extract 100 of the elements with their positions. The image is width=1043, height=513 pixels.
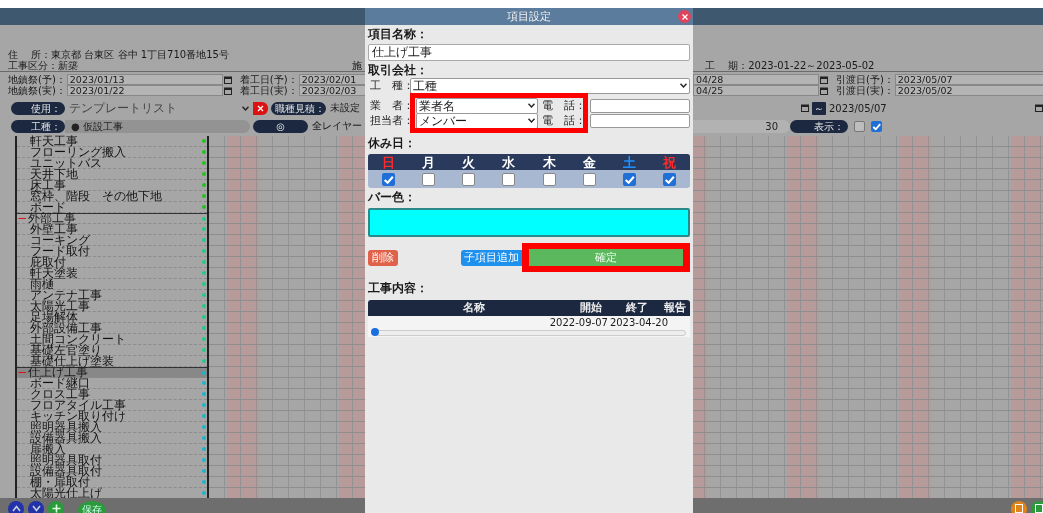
task-name[interactable]: キッチン取り付け — [17, 410, 126, 422]
date-label: 地鎮祭(実)： — [8, 85, 66, 96]
calendar-icon[interactable] — [801, 104, 809, 112]
task-name[interactable]: ボード — [17, 201, 66, 213]
date-field[interactable]: 04/25 — [693, 85, 819, 96]
phone-field[interactable] — [590, 98, 690, 113]
task-name[interactable]: 設備器具搬入 — [17, 432, 102, 444]
name-field[interactable]: 仕上げ工事 — [368, 44, 690, 61]
chevron-down-icon — [31, 505, 41, 512]
table-cell: 2023-04-20 — [609, 316, 668, 329]
column-header: 開始 — [580, 300, 603, 316]
date-field[interactable]: 2023/01/13 — [66, 74, 223, 85]
contact-label: 担当者： — [370, 113, 408, 128]
task-name[interactable]: 基礎左官塗り — [17, 344, 102, 356]
label-text: 施 — [352, 60, 362, 71]
task-name[interactable]: コーキング — [17, 234, 90, 246]
date-field[interactable]: 2023/05/07 — [894, 74, 1043, 85]
down-button[interactable] — [28, 500, 44, 513]
date-field[interactable]: 2023/01/22 — [66, 85, 223, 96]
task-name[interactable]: 照明器具搬入 — [17, 421, 102, 433]
chevron-down-icon — [528, 118, 535, 123]
document-button[interactable] — [1011, 500, 1027, 513]
display-label: 表示： — [790, 119, 848, 133]
task-name[interactable]: 軒天工事 — [17, 135, 78, 147]
holiday-checkbox[interactable] — [663, 172, 677, 186]
horizontal-scrollbar[interactable] — [372, 330, 686, 336]
category-text: 工事区分：新築 — [8, 60, 78, 71]
display-checkbox[interactable] — [871, 120, 882, 132]
task-name[interactable]: 雨樋 — [17, 278, 54, 290]
layer-label: ◎ — [253, 119, 308, 133]
holiday-checkbox[interactable] — [462, 172, 476, 186]
period-text: 工 期：2023-01-22～2023-05-02 — [705, 60, 875, 71]
scale-field[interactable]: 30 — [693, 119, 790, 133]
template-select[interactable]: テンプレートリスト — [65, 102, 253, 114]
holiday-checkbox[interactable] — [381, 172, 395, 186]
task-name[interactable]: 太陽光仕上げ — [17, 487, 102, 499]
task-name[interactable]: 庇取付 — [17, 256, 66, 268]
clear-button[interactable] — [253, 101, 268, 115]
task-name[interactable]: 外部設備工事 — [17, 322, 102, 334]
task-name[interactable]: 棚・扉取付 — [17, 476, 90, 488]
calendar-icon[interactable] — [820, 86, 828, 95]
task-name[interactable]: 土間コンクリート — [17, 333, 126, 345]
estimate-value: 未設定 — [329, 101, 360, 115]
task-row[interactable]: 軒天工事 — [17, 136, 207, 147]
holiday-checkbox[interactable] — [623, 172, 637, 186]
color-swatch[interactable] — [368, 208, 690, 237]
task-name[interactable]: アンテナ工事 — [17, 289, 102, 301]
weekday-label: 水 — [502, 154, 516, 172]
trade-field[interactable]: ● 仮設工事 — [65, 119, 250, 133]
task-name[interactable]: フロアタイル工事 — [17, 399, 126, 411]
date-label: 着工日(実)： — [239, 85, 298, 96]
holiday-checkbox[interactable] — [421, 172, 435, 186]
task-name[interactable]: 扉搬入 — [17, 443, 66, 455]
calendar-icon[interactable] — [223, 86, 232, 95]
date-label: 地鎮祭(予)： — [8, 74, 66, 85]
calendar-icon[interactable] — [820, 75, 828, 84]
task-name[interactable]: ボード継口 — [17, 377, 90, 389]
task-name[interactable]: クロス工事 — [17, 388, 90, 400]
task-name[interactable]: フローリング搬入 — [17, 146, 126, 158]
phone-label: 電 話： — [542, 113, 580, 128]
task-name[interactable]: 窓枠、階段 その他下地 — [17, 190, 162, 202]
range-separator: ～ — [812, 101, 826, 115]
column-header: 報告 — [664, 300, 687, 316]
date-label: 引渡日(予)： — [836, 74, 894, 85]
display-checkbox[interactable] — [854, 120, 865, 132]
weekday-label: 月 — [421, 154, 435, 172]
task-name[interactable]: 足場解体 — [17, 311, 78, 323]
task-name[interactable]: 外壁工事 — [17, 223, 78, 235]
task-name[interactable]: 基礎仕上げ塗装 — [17, 355, 114, 367]
add-button[interactable] — [48, 500, 64, 513]
bar-color-label: バー色： — [368, 190, 417, 205]
phone-label: 電 話： — [542, 98, 580, 113]
address-text: 住 所：東京都 台東区 谷中 1丁目710番地15号 — [8, 49, 229, 60]
phone-field[interactable] — [590, 113, 690, 128]
holiday-checkbox[interactable] — [582, 172, 596, 186]
date-field[interactable]: 04/28 — [693, 74, 819, 85]
close-button[interactable] — [678, 10, 691, 23]
task-name[interactable]: 設備器具取付 — [17, 465, 102, 477]
task-name[interactable]: 照明器具取付 — [17, 454, 102, 466]
up-button[interactable] — [8, 500, 24, 513]
task-name[interactable]: 天井下地 — [17, 168, 78, 180]
date-field[interactable]: 2023/05/02 — [894, 85, 1043, 96]
delete-button[interactable]: 削除 — [368, 249, 398, 266]
task-name[interactable]: 軒天塗装 — [17, 267, 78, 279]
group-row[interactable]: −仕上げ工事 — [17, 367, 207, 378]
column-header: 終了 — [626, 300, 649, 316]
group-row[interactable]: −外部工事 — [17, 213, 207, 224]
holiday-checkbox[interactable] — [542, 172, 556, 186]
task-name[interactable]: 床工事 — [17, 179, 66, 191]
calendar-icon[interactable] — [1035, 104, 1043, 112]
weekday-label: 祝 — [663, 154, 677, 172]
task-name[interactable]: ユニットバス — [17, 157, 102, 169]
contact-label: 業 者： — [370, 98, 408, 113]
task-name[interactable]: 太陽光工事 — [17, 300, 90, 312]
range-end-date[interactable]: 2023/05/07 — [829, 102, 1032, 114]
trade-select[interactable]: 工種 — [410, 77, 690, 94]
task-name[interactable]: フード取付 — [17, 245, 90, 257]
holiday-checkbox[interactable] — [502, 172, 516, 186]
chevron-down-icon — [242, 105, 249, 111]
calendar-icon[interactable] — [223, 75, 232, 84]
